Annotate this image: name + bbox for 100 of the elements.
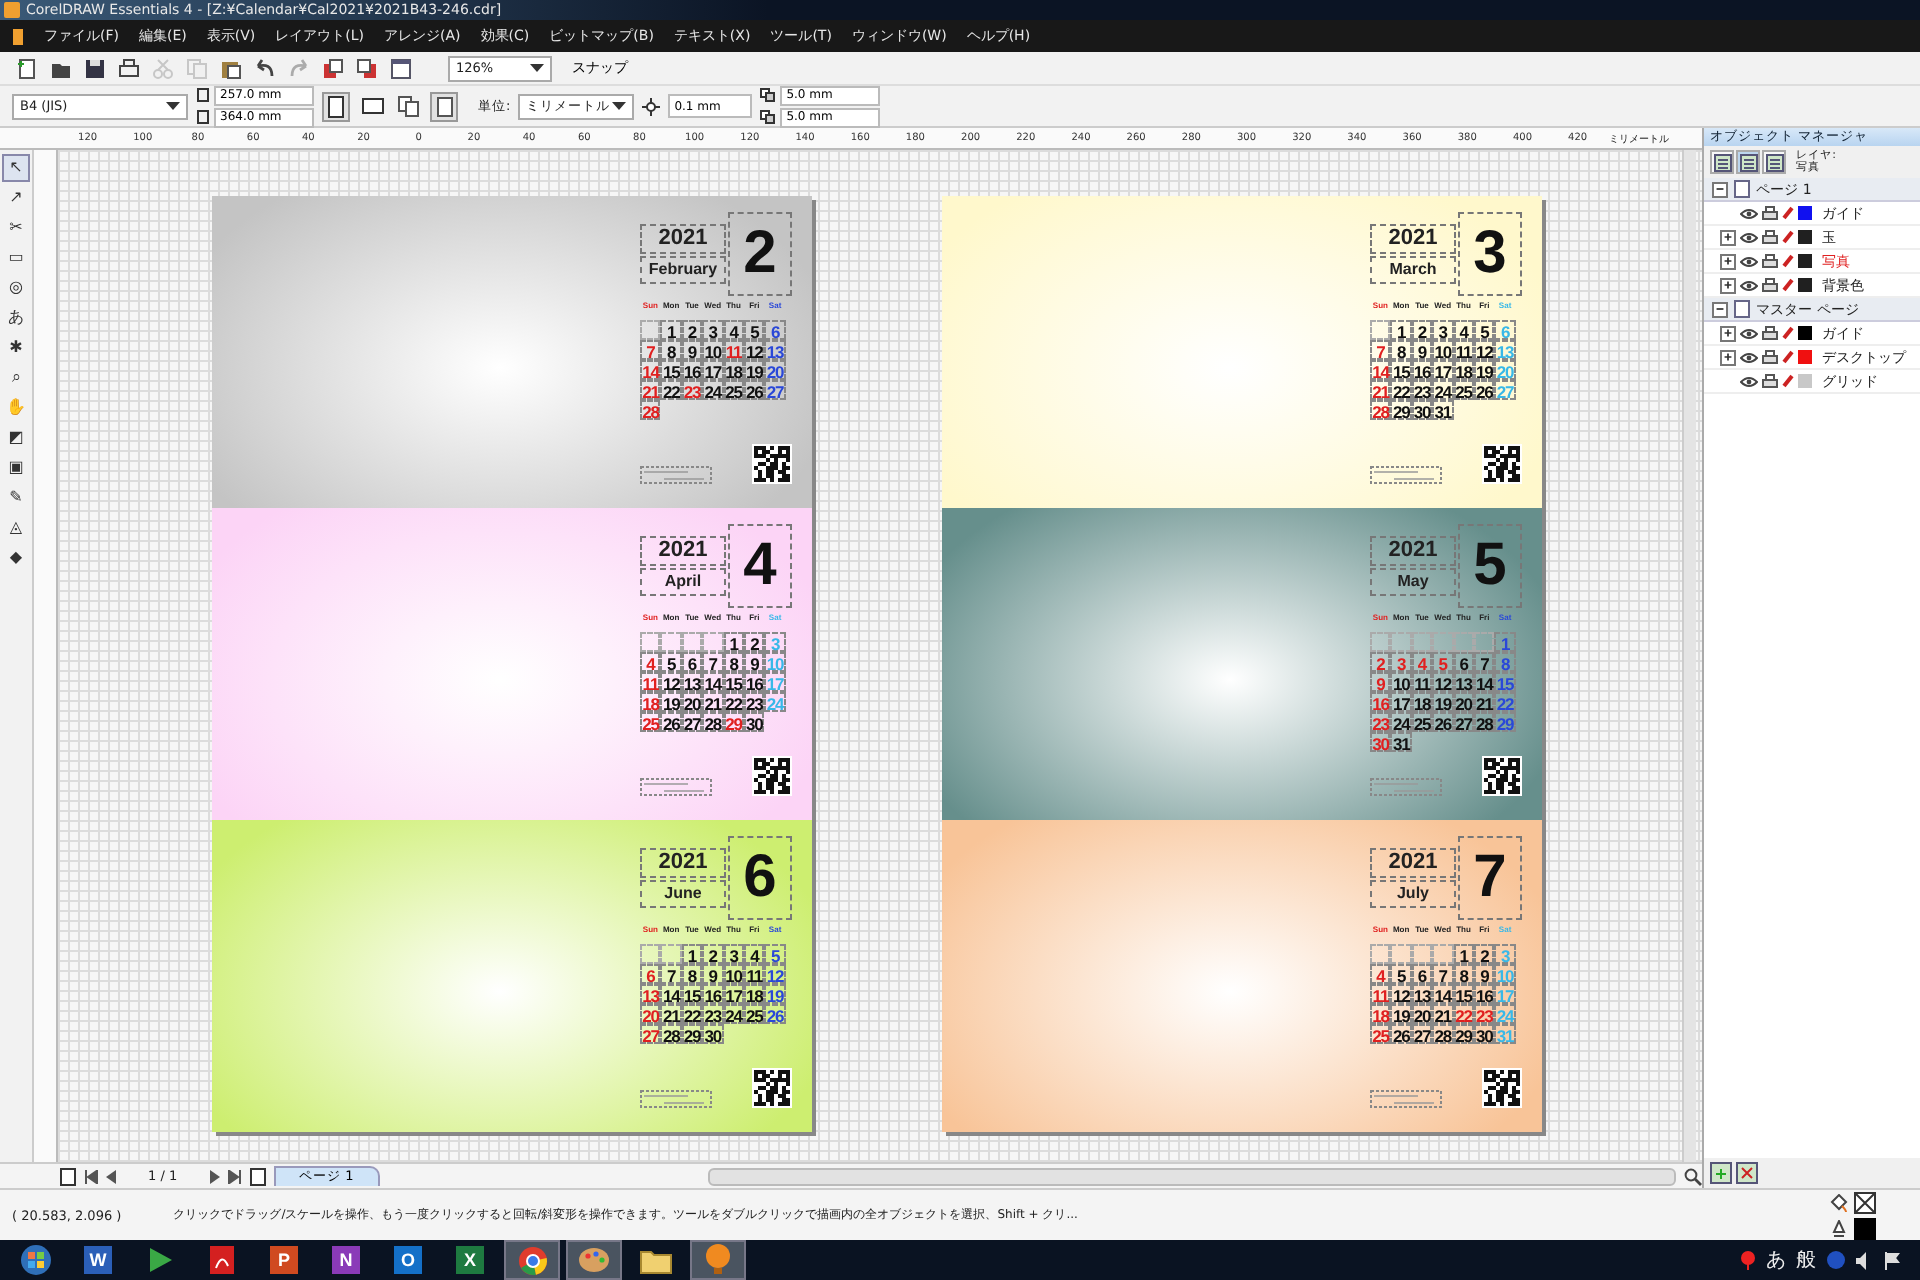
plus-icon	[1722, 230, 1735, 244]
printer-icon[interactable]	[1762, 326, 1779, 340]
collapse-toggle[interactable]	[1712, 181, 1729, 197]
day-number: 30	[702, 1024, 724, 1044]
export-button[interactable]	[352, 54, 382, 82]
printer-icon[interactable]	[1762, 374, 1779, 388]
layers-view-button[interactable]	[1710, 150, 1735, 174]
day-number: 9	[681, 340, 703, 360]
eye-icon[interactable]	[1740, 207, 1759, 219]
previous-page-icon[interactable]	[106, 1169, 116, 1183]
tool-button[interactable]: あ	[2, 304, 30, 332]
day-number: 18	[640, 692, 661, 712]
month-name: July	[1370, 880, 1456, 908]
eye-icon[interactable]	[1740, 279, 1759, 291]
expand-toggle[interactable]	[1720, 253, 1737, 269]
address-box-drawing	[640, 778, 712, 796]
eye-icon[interactable]	[1740, 375, 1759, 387]
portrait-button[interactable]	[322, 91, 350, 121]
printer-icon[interactable]	[1762, 254, 1779, 268]
printer-icon[interactable]	[1762, 350, 1779, 364]
app-letter-icon: X	[456, 1246, 484, 1274]
vertical-scrollbar[interactable]	[1682, 150, 1697, 1162]
expand-toggle[interactable]	[1720, 277, 1737, 293]
tool-button[interactable]: ⌕	[2, 364, 30, 392]
first-page-icon[interactable]	[84, 1169, 98, 1183]
blank-day-box	[1411, 632, 1433, 652]
delete-layer-icon[interactable]	[1736, 1162, 1759, 1184]
day-number: 13	[764, 340, 786, 360]
ime-indicator[interactable]: あ	[1766, 1246, 1786, 1274]
tool-button[interactable]: ◩	[2, 424, 30, 452]
tool-button[interactable]: ▭	[2, 244, 30, 272]
ime-indicator[interactable]: 般	[1796, 1246, 1816, 1274]
manager-view-button[interactable]	[1762, 150, 1787, 174]
tool-button[interactable]: ✎	[2, 484, 30, 512]
day-number: 3	[764, 632, 786, 652]
day-number: 2	[702, 944, 724, 964]
day-number: 16	[681, 360, 703, 380]
tool-button[interactable]: ↗	[2, 184, 30, 212]
caret-icon	[530, 64, 544, 72]
all-pages-button[interactable]	[394, 91, 422, 121]
zoom-icon[interactable]	[1684, 1167, 1703, 1185]
help-icon[interactable]	[1826, 1250, 1846, 1270]
day-number: 25	[1370, 1024, 1391, 1044]
tool-button[interactable]: ▣	[2, 454, 30, 482]
printer-icon[interactable]	[1762, 278, 1779, 292]
day-number: 1	[681, 944, 703, 964]
eye-icon[interactable]	[1740, 255, 1759, 267]
day-number: 4	[1411, 652, 1433, 672]
printer-icon[interactable]	[1762, 230, 1779, 244]
taskbar-app-button[interactable]: N	[318, 1240, 374, 1280]
tool-button[interactable]: ↖	[2, 154, 30, 182]
layers-icon	[1765, 153, 1784, 171]
new-layer-icon[interactable]	[1710, 1162, 1733, 1184]
taskbar-app-button[interactable]	[504, 1240, 560, 1280]
day-number: 26	[1390, 1024, 1412, 1044]
taskbar-app-button[interactable]: O	[380, 1240, 436, 1280]
tool-button[interactable]: ✂	[2, 214, 30, 242]
eye-icon[interactable]	[1740, 327, 1759, 339]
day-number: 5	[764, 944, 786, 964]
alert-pin-icon	[1740, 1250, 1756, 1270]
day-number: 28	[1432, 1024, 1454, 1044]
day-number: 28	[1370, 400, 1391, 420]
tool-button[interactable]: ◆	[2, 544, 30, 572]
import-button[interactable]	[318, 54, 348, 82]
eye-icon[interactable]	[1740, 351, 1759, 363]
document-icon	[12, 27, 24, 45]
print-button[interactable]	[114, 54, 144, 82]
taskbar-app-button[interactable]: W	[70, 1240, 126, 1280]
add-page-icon[interactable]	[249, 1167, 266, 1185]
day-number: 14	[640, 360, 661, 380]
blank-day-box	[1370, 632, 1391, 652]
page-icon	[1734, 180, 1751, 198]
expand-toggle[interactable]	[1720, 349, 1737, 365]
printer-icon[interactable]	[1762, 206, 1779, 220]
print-icon	[118, 57, 140, 79]
eye-icon[interactable]	[1740, 231, 1759, 243]
save-button[interactable]	[80, 54, 110, 82]
taskbar-app-button[interactable]: X	[442, 1240, 498, 1280]
expand-toggle[interactable]	[1720, 229, 1737, 245]
day-number: 22	[1494, 692, 1516, 712]
add-page-icon[interactable]	[60, 1167, 76, 1185]
next-page-icon[interactable]	[209, 1169, 220, 1183]
taskbar-app-button[interactable]: P	[256, 1240, 312, 1280]
tool-button[interactable]: ✱	[2, 334, 30, 362]
window-button[interactable]	[386, 54, 416, 82]
tool-button[interactable]: ◬	[2, 514, 30, 542]
layer-view-button[interactable]	[1736, 150, 1761, 174]
day-number: 11	[723, 340, 744, 360]
current-page-button[interactable]	[430, 91, 458, 121]
last-page-icon[interactable]	[227, 1169, 242, 1183]
month-number: 6	[728, 836, 792, 920]
day-number: 31	[1432, 400, 1454, 420]
tool-button[interactable]: ◎	[2, 274, 30, 302]
day-number: 11	[1370, 984, 1391, 1004]
horizontal-scrollbar[interactable]	[707, 1167, 1677, 1185]
collapse-toggle[interactable]	[1712, 301, 1729, 317]
day-number: 9	[1370, 672, 1391, 692]
month-number: 3	[1458, 212, 1522, 296]
expand-toggle[interactable]	[1720, 325, 1737, 341]
flag-icon[interactable]	[1884, 1251, 1900, 1269]
